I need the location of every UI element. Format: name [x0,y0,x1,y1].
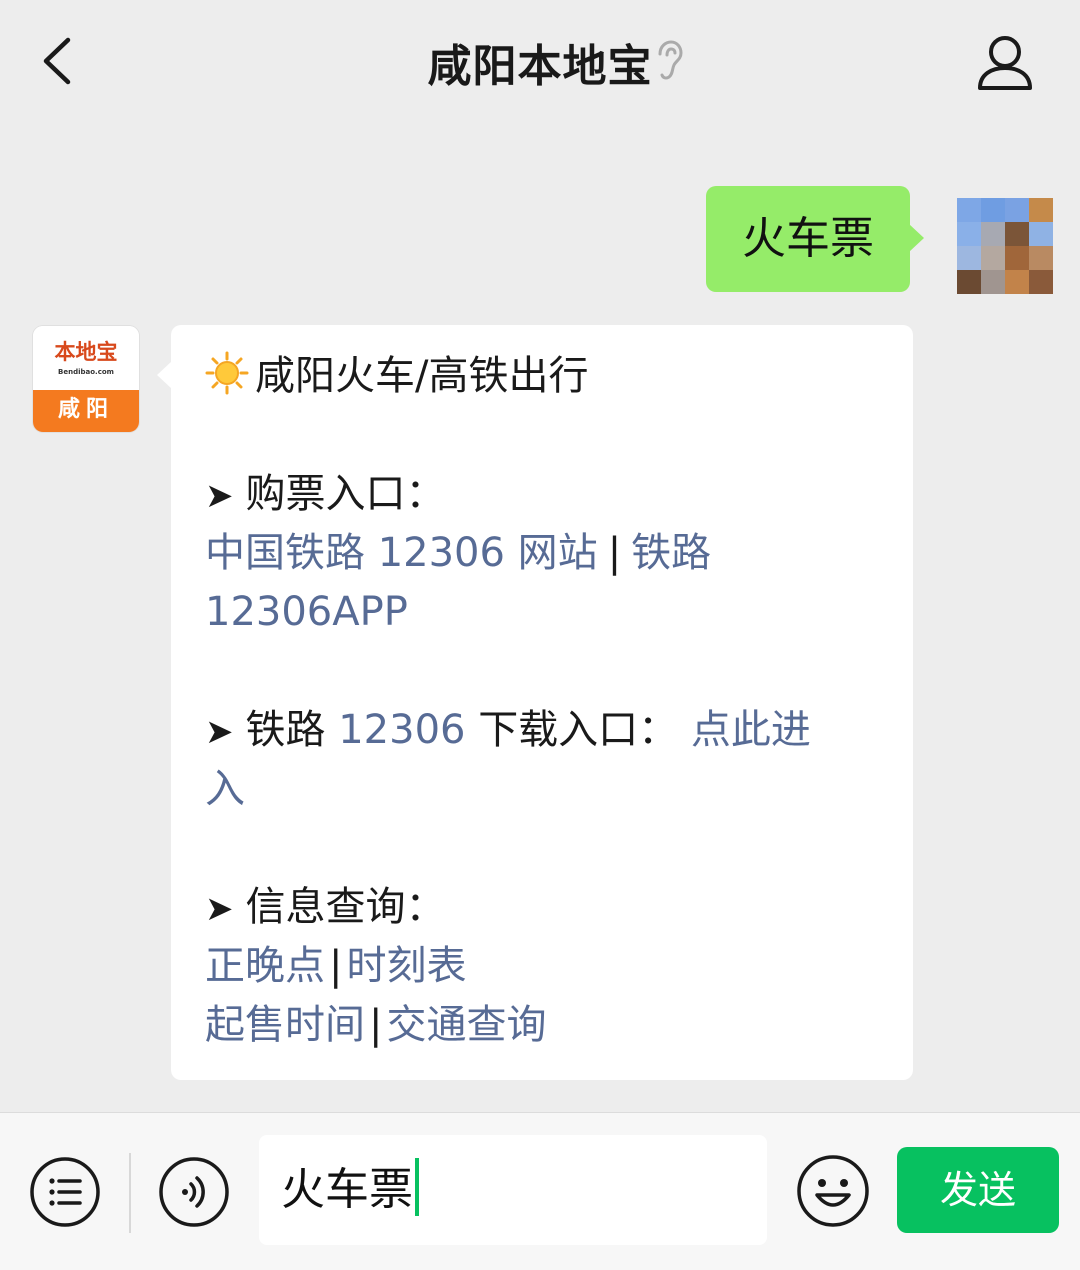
link-traffic-query[interactable]: 交通查询 [386,1002,546,1048]
section-buy-heading: ➤ 购票入口： [205,465,895,524]
separator: | [329,943,343,989]
message-title: 咸阳火车/高铁出行 [255,353,589,399]
section-info-label: 信息查询： [245,884,446,930]
sun-icon [205,351,249,395]
menu-button[interactable] [28,1155,102,1229]
user-profile-icon [978,36,1032,90]
link-12306[interactable]: 12306 [338,707,465,753]
bot-avatar-brand: 本地宝 [54,339,118,364]
emoji-icon [797,1155,869,1227]
section-download-suffix: 下载入口： [478,707,679,753]
arrow-right-icon: ➤ [205,889,234,929]
message-title-line: 咸阳火车/高铁出行 [205,347,895,406]
separator: | [369,1002,383,1048]
link-click-enter-cont[interactable]: 入 [205,766,245,812]
link-timetable[interactable]: 时刻表 [346,943,466,989]
separator: | [607,530,622,576]
user-avatar[interactable] [957,198,1053,294]
link-railway-app[interactable]: 铁路 [631,530,711,576]
bot-avatar-url: Bendibao.com [58,368,114,376]
link-12306-website[interactable]: 中国铁路 12306 网站 [205,530,598,576]
input-bar: 火车票 发送 [0,1112,1080,1270]
link-sale-time[interactable]: 起售时间 [205,1002,365,1048]
user-message-bubble[interactable]: 火车票 [706,186,924,292]
earpiece-icon [658,40,683,80]
text-caret [415,1158,419,1216]
emoji-button[interactable] [795,1153,871,1229]
page-title: 咸阳本地宝 [427,41,653,92]
message-input-value: 火车票 [281,1164,413,1215]
link-railway-app-cont[interactable]: 12306APP [205,589,408,635]
link-click-enter[interactable]: 点此进 [691,707,811,753]
arrow-right-icon: ➤ [205,476,234,516]
bot-message-bubble: 咸阳火车/高铁出行 ➤ 购票入口： 中国铁路 12306 网站 | 铁路 12306A… [157,325,913,1080]
voice-icon [159,1157,229,1227]
arrow-right-icon: ➤ [205,712,234,752]
message-input[interactable]: 火车票 [259,1135,767,1245]
section-download-prefix: 铁路 [245,707,326,753]
top-nav-bar: 咸阳本地宝 [0,0,1080,122]
section-info-heading: ➤ 信息查询： [205,878,895,937]
section-download-heading: ➤ 铁路 12306 下载入口： 点此进 [205,701,895,760]
profile-button[interactable] [970,30,1040,94]
chat-area[interactable]: 火车票 本地宝 Bendibao.com 咸阳 咸阳火车/高铁出行 ➤ 购票入口… [0,122,1080,1112]
bot-avatar-city: 咸阳 [33,390,139,432]
bot-avatar[interactable]: 本地宝 Bendibao.com 咸阳 [33,326,139,432]
link-on-time[interactable]: 正晚点 [205,943,325,989]
list-menu-icon [30,1157,100,1227]
bot-avatar-logo: 本地宝 Bendibao.com [33,326,139,390]
section-buy-label: 购票入口： [245,471,446,517]
voice-button[interactable] [157,1155,231,1229]
divider [129,1153,131,1233]
send-button[interactable]: 发送 [897,1147,1059,1233]
